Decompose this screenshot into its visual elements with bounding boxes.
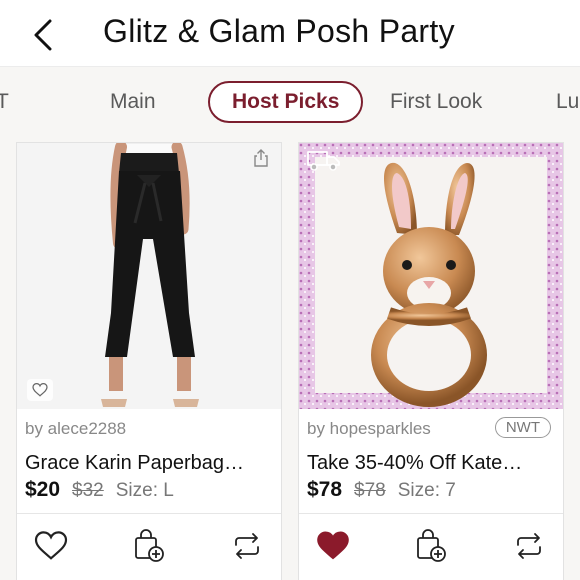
heart-filled-icon [317, 531, 349, 560]
share-listing-button[interactable] [511, 528, 547, 564]
size-label: Size: 7 [397, 480, 456, 501]
page-title: Glitz & Glam Posh Party [103, 13, 455, 49]
add-to-bundle-button[interactable] [413, 528, 449, 564]
price-row: $20 $32 Size: L [25, 478, 174, 502]
price: $20 [25, 478, 61, 501]
listing-card[interactable]: by hopesparkles NWT Take 35-40% Off Kate… [298, 142, 564, 580]
heart-icon [34, 531, 68, 560]
bunny-ring-photo [299, 143, 563, 409]
pants-photo [17, 143, 281, 409]
listing-photo[interactable] [299, 143, 563, 409]
party-tabs: T Main Host Picks First Look Lu [0, 66, 580, 139]
share-icon[interactable] [253, 149, 269, 172]
seller-name[interactable]: by hopesparkles [307, 419, 431, 439]
tab-main[interactable]: Main [110, 81, 156, 123]
listing-actions [299, 513, 563, 580]
price-row: $78 $78 Size: 7 [307, 478, 456, 502]
original-price: $32 [72, 480, 104, 501]
share-listing-button[interactable] [229, 528, 265, 564]
repost-icon [235, 533, 259, 559]
price: $78 [307, 478, 343, 501]
small-heart-icon[interactable] [27, 379, 53, 401]
seller-name[interactable]: by alece2288 [25, 419, 126, 439]
back-button[interactable] [28, 18, 58, 52]
listing-card[interactable]: by alece2288 Grace Karin Paperbag… $20 $… [16, 142, 282, 580]
original-price: $78 [354, 480, 386, 501]
like-button[interactable] [33, 528, 69, 564]
like-button[interactable] [315, 528, 351, 564]
bundle-icon [135, 529, 164, 562]
repost-icon [517, 533, 541, 559]
listing-photo[interactable] [17, 143, 281, 409]
listing-title[interactable]: Grace Karin Paperbag… [25, 452, 244, 475]
truck-icon [307, 149, 341, 176]
tab-partial-right[interactable]: Lu [556, 81, 579, 123]
tab-partial-left[interactable]: T [0, 81, 9, 123]
add-to-bundle-button[interactable] [131, 528, 167, 564]
header: Glitz & Glam Posh Party [0, 0, 580, 66]
chevron-left-icon [34, 19, 52, 51]
listing-title[interactable]: Take 35-40% Off Kate… [307, 452, 522, 475]
tab-first-look[interactable]: First Look [390, 81, 482, 123]
nwt-badge: NWT [494, 417, 551, 438]
size-label: Size: L [115, 480, 174, 501]
listing-actions [17, 513, 281, 580]
tab-host-picks[interactable]: Host Picks [208, 81, 364, 123]
bundle-icon [417, 529, 446, 562]
